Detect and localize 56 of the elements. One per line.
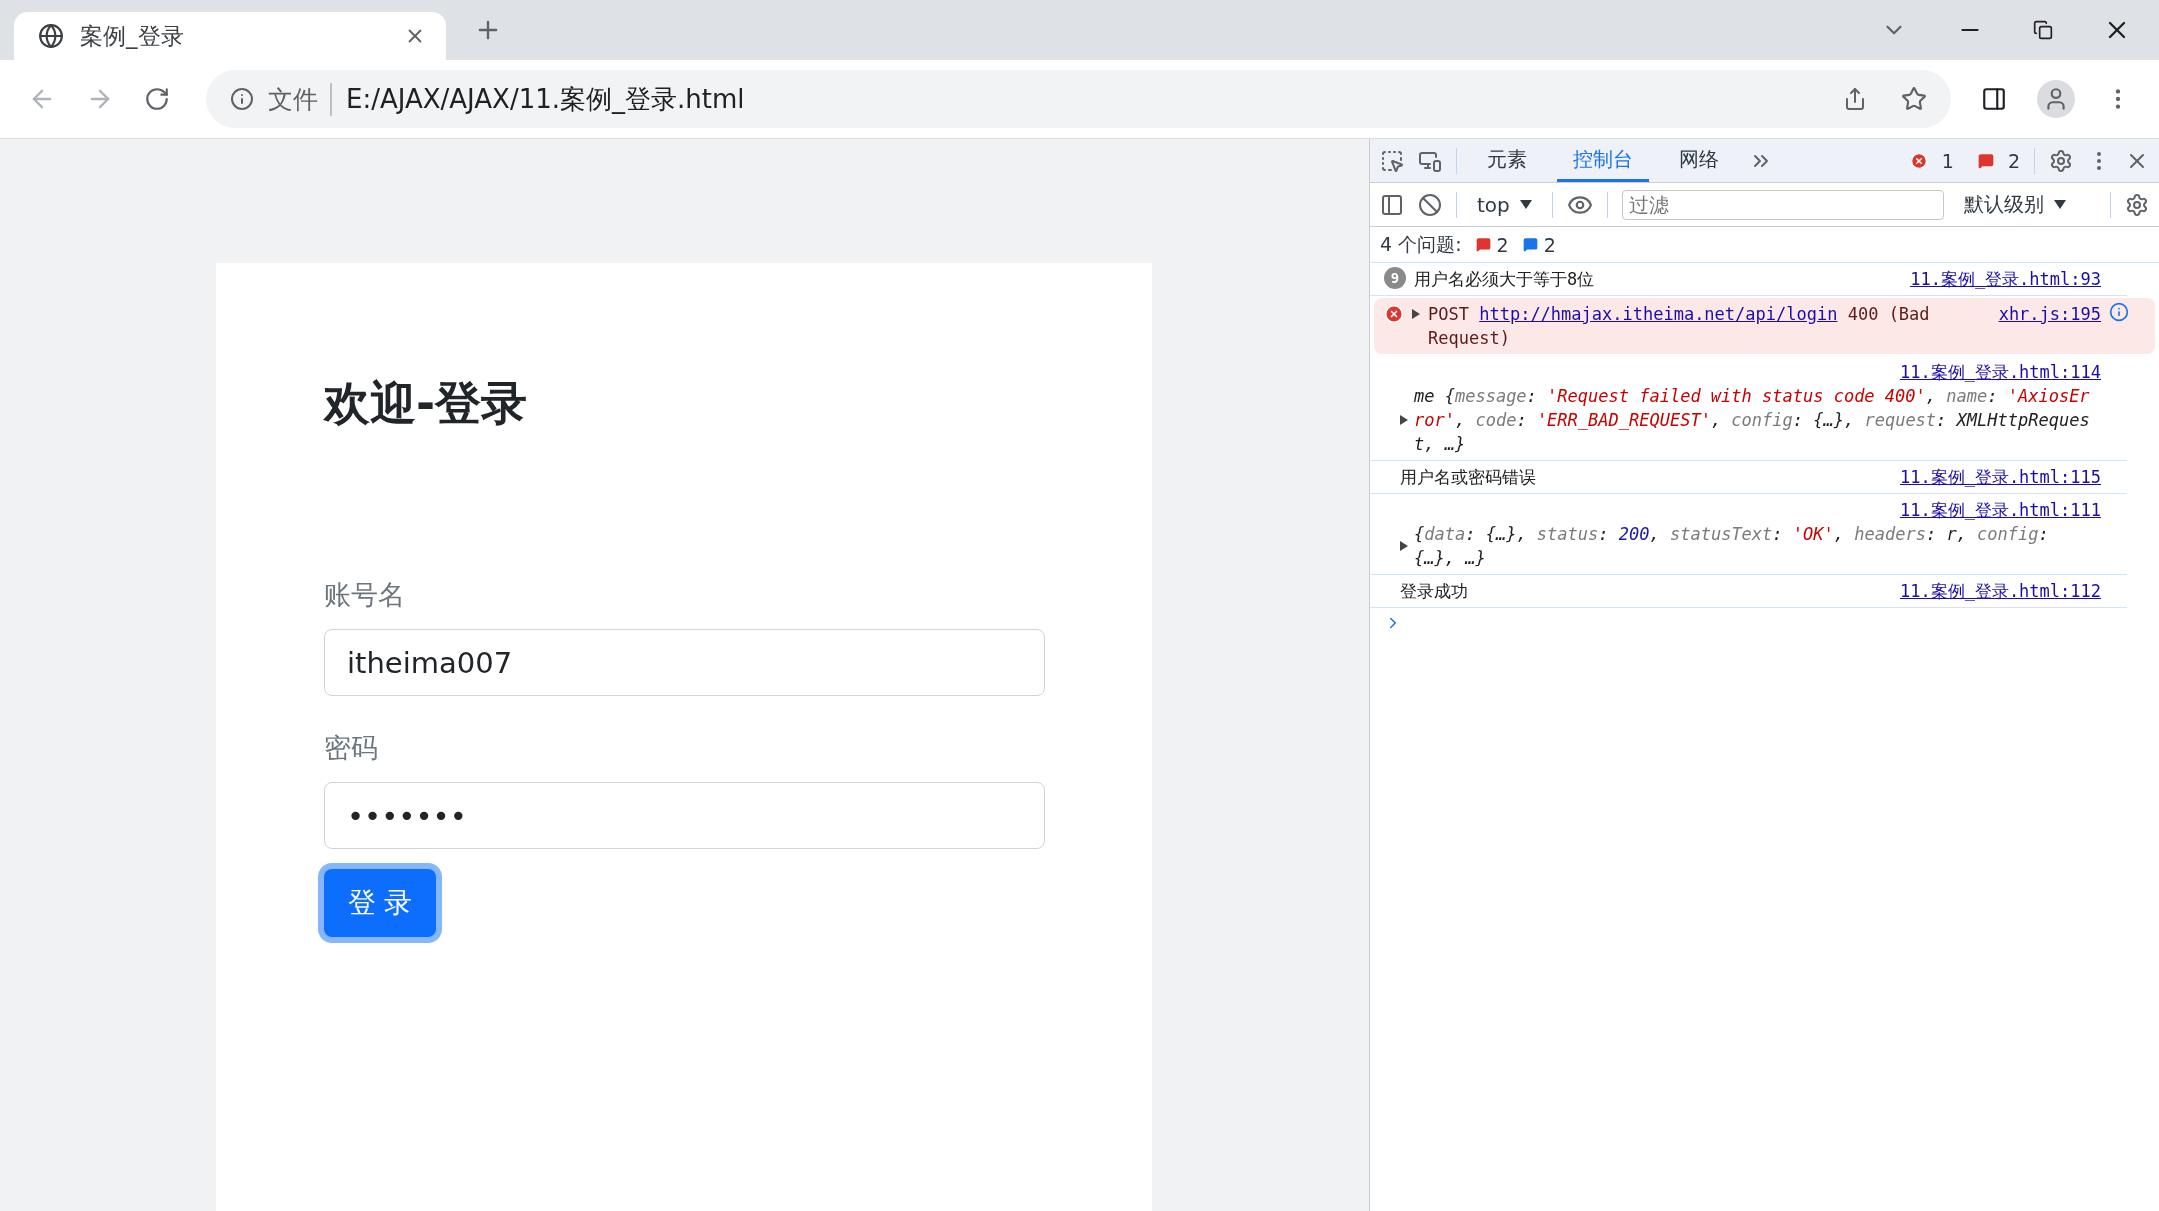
field-label: 密码 [324,731,379,765]
page-title: 欢迎-登录 [324,375,529,432]
source-link[interactable]: 11.案例_登录.html:114 [1899,360,2101,384]
field-label: 账号名 [324,578,406,612]
network-icon[interactable] [2109,302,2129,322]
issue-error-count[interactable]: 2 [1496,233,1509,256]
issue-icon [1475,237,1491,252]
input-field[interactable]: ••••••• [324,782,1045,849]
profile-avatar[interactable] [2037,80,2075,118]
issues-label: 4 个问题: [1380,231,1462,257]
context-selector[interactable]: top [1471,192,1538,217]
issue-info-count[interactable]: 2 [1543,233,1556,256]
devtools-tab[interactable]: 网络 [1663,139,1735,182]
info-icon[interactable] [230,87,254,111]
tab-title: 案例_登录 [80,21,185,51]
inspect-icon[interactable] [1380,148,1404,173]
devtools-tab[interactable]: 元素 [1471,139,1543,182]
issue-count[interactable]: 2 [2007,149,2020,172]
side-panel-button[interactable] [1981,86,2007,112]
source-link[interactable]: xhr.js:195 [1998,302,2101,326]
clear-console-icon[interactable] [1418,192,1442,217]
address-bar[interactable]: 文件 E:/AJAX/AJAX/11.案例_登录.html [206,70,1951,128]
filter-input[interactable]: 过滤 [1621,189,1944,220]
expand-arrow-icon[interactable] [1400,415,1408,425]
request-url-link[interactable]: http://hmajax.itheima.net/api/login [1479,304,1838,324]
globe-icon [38,23,64,49]
error-count[interactable]: 1 [1941,149,1954,172]
log-message: 用户名必须大于等于8位 [1414,268,1596,291]
expand-arrow-icon[interactable] [1412,309,1420,319]
reload-button[interactable] [144,86,170,112]
log-level-selector[interactable]: 默认级别 [1957,191,2072,218]
source-link[interactable]: 11.案例_登录.html:115 [1899,465,2101,489]
issue-icon [1977,152,1994,169]
log-message: 用户名或密码错误 [1400,466,1537,489]
error-icon [1384,304,1404,324]
error-message: POST http://hmajax.itheima.net/api/login 400 (Bad Request) [1428,303,1931,350]
log-message: 登录成功 [1400,580,1469,603]
input-field[interactable]: itheima007 [324,629,1045,696]
repeat-count: 9 [1384,267,1406,289]
source-link[interactable]: 11.案例_登录.html:93 [1910,267,2101,291]
sidebar-toggle-icon[interactable] [1380,192,1404,217]
info-issue-icon [1522,237,1538,252]
source-link[interactable]: 11.案例_登录.html:111 [1899,498,2101,522]
source-link[interactable]: 11.案例_登录.html:112 [1899,579,2101,603]
bookmark-star-icon[interactable] [1901,86,1927,112]
scheme-label: 文件 [268,82,332,116]
object-preview[interactable]: me {message: 'Request failed with status code 400', name: 'AxiosError', code: 'ERR_BAD_REQUEST', config: {…}, request: XMLHttpRequest, …} [1414,384,2101,456]
share-button[interactable] [1843,87,1867,111]
console-settings-icon[interactable] [2125,192,2149,217]
url-text: E:/AJAX/AJAX/11.案例_登录.html [346,82,746,116]
error-icon [1909,151,1928,170]
expand-arrow-icon[interactable] [1400,541,1408,551]
browser-tab[interactable]: 案例_登录 [14,12,446,60]
settings-icon[interactable] [2049,148,2073,173]
object-preview[interactable]: {data: {…}, status: 200, statusText: 'OK', headers: r, config: {…}, …} [1414,522,2101,570]
restore-button[interactable] [2033,20,2053,40]
